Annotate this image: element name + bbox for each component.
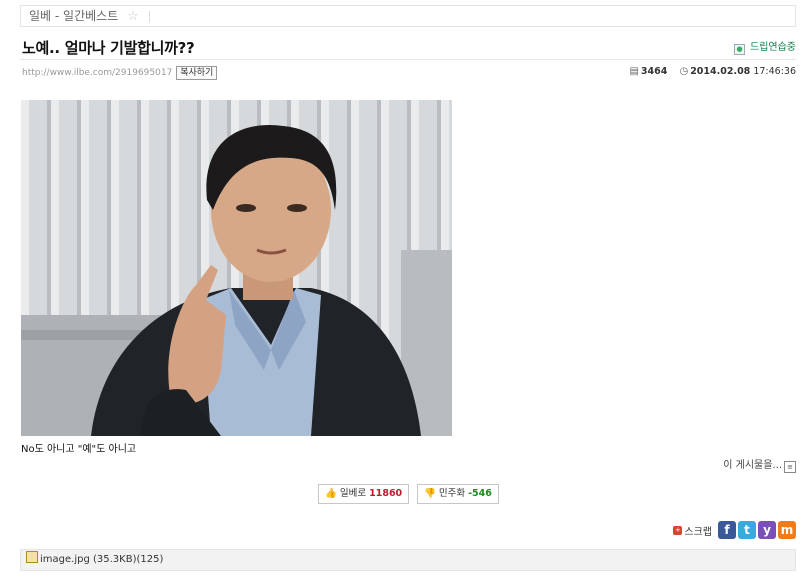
attachment-bar[interactable]: image.jpg (35.3KB)(125) — [20, 549, 796, 571]
post-time: 17:46:36 — [753, 66, 796, 77]
downvote-count: -546 — [468, 488, 492, 499]
scrap-button[interactable]: + 스크랩 — [673, 523, 712, 538]
favorite-star-icon[interactable]: ☆ — [127, 9, 139, 24]
portrait-photo — [21, 100, 452, 436]
me2day-icon[interactable]: m — [778, 521, 796, 539]
post-url: http://www.ilbe.com/2919695017 — [22, 68, 173, 78]
clock-icon: ◷ — [679, 66, 689, 77]
post-meta: ▤ 3464 ◷ 2014.02.08 17:46:36 — [629, 66, 796, 77]
twitter-icon[interactable]: t — [738, 521, 756, 539]
upvote-button[interactable]: 👍 일베로 11860 — [318, 484, 410, 504]
thumbs-down-icon: 👎 — [424, 488, 436, 499]
share-bar: + 스크랩 f t y m — [673, 520, 796, 540]
title-divider — [20, 59, 796, 60]
post-title: 노예.. 얼마나 기발합니까?? — [22, 39, 195, 57]
downvote-button[interactable]: 👎 민주화 -546 — [417, 484, 499, 504]
comment-icon: ▤ — [629, 66, 639, 77]
author-name[interactable]: 드립연습중 — [750, 42, 796, 53]
copy-url-button[interactable]: 복사하기 — [176, 66, 218, 80]
post-date: 2014.02.08 — [690, 66, 751, 77]
upvote-count: 11860 — [369, 488, 403, 499]
attachment-file[interactable]: image.jpg (35.3KB)(125) — [40, 554, 163, 565]
downvote-label: 민주화 — [438, 488, 466, 499]
yozm-icon[interactable]: y — [758, 521, 776, 539]
more-options-label[interactable]: 이 게시물을... — [723, 460, 782, 471]
thumbs-up-icon: 👍 — [325, 488, 337, 499]
scrap-label[interactable]: 스크랩 — [684, 523, 712, 538]
post-url-row: http://www.ilbe.com/2919695017 복사하기 — [22, 66, 218, 80]
file-icon — [26, 551, 38, 563]
author-nickname[interactable]: ● 드립연습중 — [734, 38, 796, 55]
upvote-label: 일베로 — [339, 488, 367, 499]
facebook-icon[interactable]: f — [718, 521, 736, 539]
user-level-icon: ● — [734, 44, 745, 55]
more-options-link[interactable]: 이 게시물을... ≡ — [723, 456, 796, 473]
breadcrumb-text[interactable]: 일베 - 일간베스트 — [29, 9, 118, 23]
comment-count: 3464 — [640, 66, 668, 77]
menu-icon[interactable]: ≡ — [784, 461, 796, 473]
post-caption: No도 아니고 "예"도 아니고 — [21, 444, 137, 455]
breadcrumb[interactable]: 일베 - 일간베스트 ☆ — [20, 5, 796, 27]
scrap-icon: + — [673, 525, 683, 535]
post-image — [21, 100, 452, 436]
divider — [148, 10, 150, 23]
